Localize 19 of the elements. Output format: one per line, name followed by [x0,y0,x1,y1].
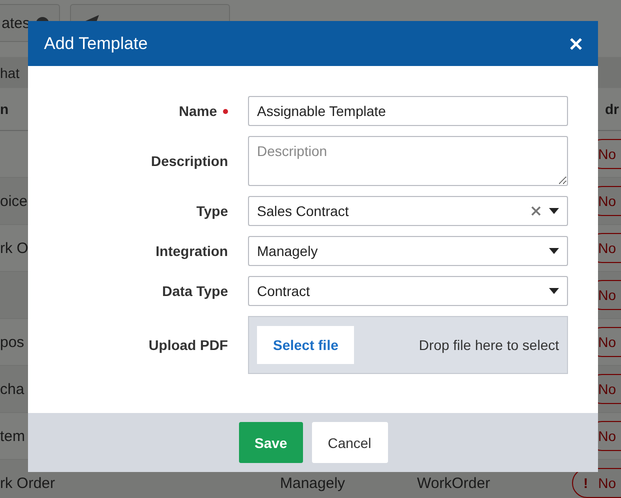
table-cell-text: WorkOrder [416,474,492,492]
alert-icon: ! [583,475,588,491]
table-cell-text: rk Order [0,474,56,492]
table-cell-text: Managely [279,474,346,492]
field-label: Data Type [162,283,228,299]
field-label: Type [196,203,228,219]
field-label: Name [178,103,228,119]
table-cell-text: tem [0,428,26,444]
field-label: Description [150,153,228,169]
dialog-title: Add Template [44,34,148,54]
field-label: Upload PDF [148,337,228,353]
column-header: dr [605,101,619,117]
table-cell-text: rk O [0,240,30,256]
table-cell-text: pos [0,334,26,350]
table-cell-text: cha [0,380,26,398]
table-cell-text: oice [0,192,29,210]
drop-hint: Drop file here to select [418,337,559,353]
field-label: Integration [156,243,228,259]
column-header: n [0,101,9,117]
